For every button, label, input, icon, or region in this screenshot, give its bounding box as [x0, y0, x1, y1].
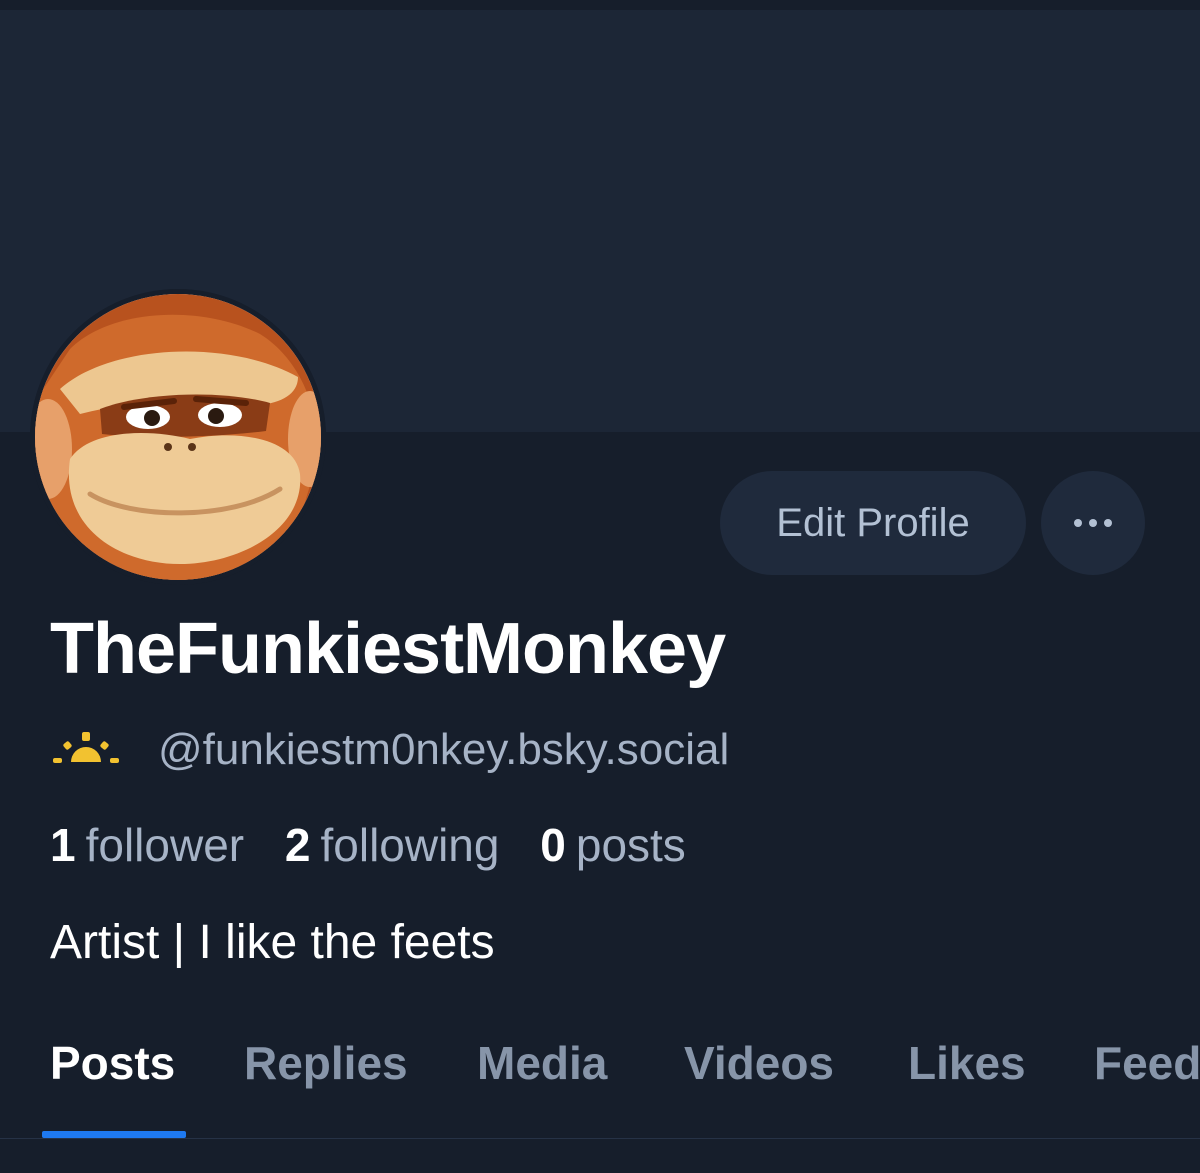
active-tab-indicator — [42, 1131, 186, 1138]
following-link[interactable]: 2 following — [285, 818, 500, 872]
sunrise-icon — [53, 732, 119, 763]
followers-link[interactable]: 1 follower — [50, 818, 244, 872]
tab-feeds[interactable]: Feeds — [1094, 1036, 1200, 1090]
tab-media[interactable]: Media — [477, 1036, 607, 1090]
followers-label: follower — [85, 819, 245, 871]
following-count: 2 — [284, 819, 311, 871]
posts-stat: 0 posts — [540, 818, 686, 872]
posts-count: 0 — [540, 819, 566, 871]
more-options-button[interactable] — [1041, 471, 1145, 575]
display-name: TheFunkiestMonkey — [50, 609, 726, 689]
avatar[interactable] — [30, 289, 326, 585]
edit-profile-button[interactable]: Edit Profile — [720, 471, 1026, 575]
tab-replies[interactable]: Replies — [244, 1036, 408, 1090]
bio: Artist | I like the feets — [50, 916, 495, 969]
tab-videos[interactable]: Videos — [684, 1036, 834, 1090]
posts-label: posts — [575, 819, 686, 871]
profile-stats: 1 follower 2 following 0 posts — [50, 818, 714, 872]
ellipsis-icon — [1074, 519, 1112, 527]
top-edge — [0, 0, 1200, 10]
tab-posts[interactable]: Posts — [50, 1036, 175, 1090]
profile-tabs: Posts Replies Media Videos Likes Feeds — [0, 1030, 1200, 1139]
following-label: following — [320, 819, 500, 871]
handle[interactable]: @funkiestm0nkey.bsky.social — [158, 725, 729, 775]
tab-likes[interactable]: Likes — [908, 1036, 1026, 1090]
handle-row: @funkiestm0nkey.bsky.social — [50, 722, 729, 778]
followers-count: 1 — [50, 819, 76, 871]
avatar-image — [30, 289, 326, 585]
